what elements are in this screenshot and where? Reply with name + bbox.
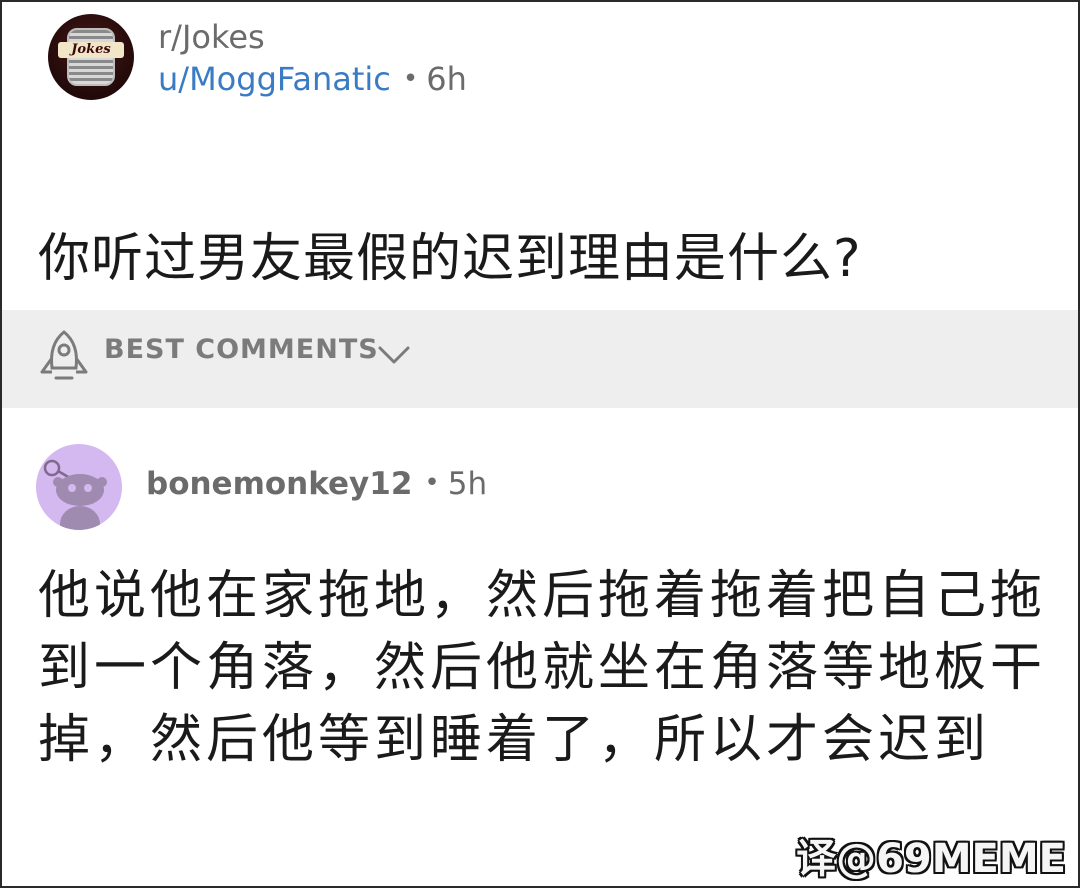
post-header: Jokes r/Jokes u/MoggFanatic • 6h [48,12,648,104]
comment-avatar[interactable] [36,444,122,530]
post-author-line: u/MoggFanatic • 6h [158,60,467,98]
post-time: 6h [426,60,467,98]
snoo-avatar-icon [43,459,107,530]
comments-sort-bar[interactable]: BEST COMMENTS [2,310,1078,408]
rocket-icon [40,330,88,380]
post-author[interactable]: u/MoggFanatic [158,60,391,98]
comment-time: 5h [447,466,488,502]
comment-body: 他说他在家拖地，然后拖着拖着把自己拖到一个角落，然后他就坐在角落等地板干掉，然后… [38,566,1047,770]
sort-label[interactable]: BEST COMMENTS [104,334,379,365]
post-title[interactable]: 你听过男友最假的迟到理由是什么? [38,216,1048,291]
chevron-down-icon[interactable] [376,336,412,376]
watermark: 译@69MEME [796,836,1066,882]
comment-meta: bonemonkey12 • 5h [146,466,487,502]
separator-dot: • [424,468,440,498]
subreddit-avatar[interactable]: Jokes [48,14,134,100]
comment-author[interactable]: bonemonkey12 [146,466,412,502]
separator-dot: • [402,64,419,94]
subreddit-name[interactable]: r/Jokes [158,18,265,56]
subreddit-logo-text: Jokes [58,42,124,58]
